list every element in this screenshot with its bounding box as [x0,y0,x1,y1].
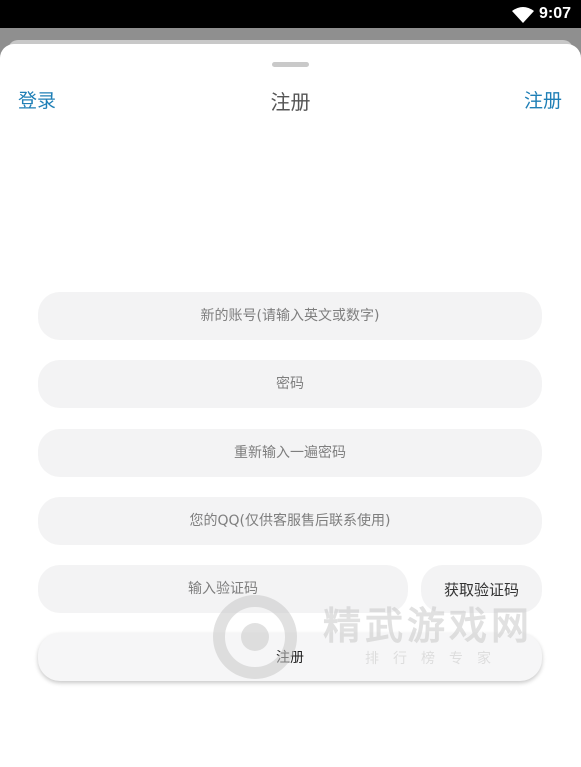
password-input[interactable] [38,360,542,408]
register-link[interactable]: 注册 [524,86,562,113]
account-input[interactable] [38,292,542,340]
status-bar: 9:07 [0,0,581,28]
wifi-icon [512,7,534,23]
qq-input[interactable] [38,497,542,545]
register-button[interactable]: 注册 [38,633,542,681]
password-confirm-input[interactable] [38,429,542,477]
page-title: 注册 [270,90,311,114]
status-time: 9:07 [538,5,571,22]
drag-handle[interactable] [272,62,309,67]
get-code-button[interactable]: 获取验证码 [421,565,542,613]
verification-code-input[interactable] [38,565,408,613]
